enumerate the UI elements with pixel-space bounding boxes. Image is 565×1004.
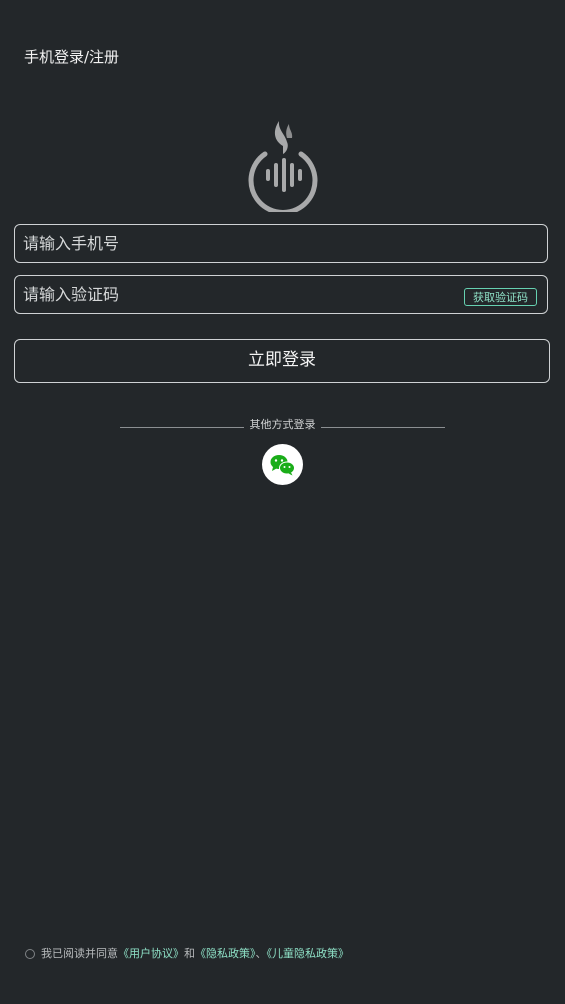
login-page: 手机登录/注册 获取验证码 立即登录 其他方式登录 [0,0,565,1004]
divider-right [321,427,445,428]
agreement-radio[interactable] [25,949,35,959]
wechat-icon [270,455,295,476]
other-login-label: 其他方式登录 [249,418,316,431]
child-privacy-policy-link[interactable]: 《儿童隐私政策》 [267,947,350,960]
user-agreement-link[interactable]: 《用户协议》 [118,947,184,960]
agreement-prefix: 我已阅读并同意 [41,947,118,960]
verification-code-input[interactable] [23,276,443,313]
code-field-container: 获取验证码 [14,275,548,314]
privacy-policy-link[interactable]: 《隐私政策》 [195,947,256,960]
get-code-button[interactable]: 获取验证码 [464,288,537,306]
agreement-row: 我已阅读并同意《用户协议》和《隐私政策》、《儿童隐私政策》 [25,946,349,962]
agreement-and: 和 [184,947,195,960]
page-title: 手机登录/注册 [24,48,120,66]
phone-input[interactable] [23,225,443,262]
agreement-separator: 、 [255,947,267,960]
login-button[interactable]: 立即登录 [14,339,550,383]
wechat-login-button[interactable] [262,444,303,485]
phone-field-container [14,224,548,263]
flame-voice-logo-icon [243,118,323,215]
divider-left [120,427,244,428]
